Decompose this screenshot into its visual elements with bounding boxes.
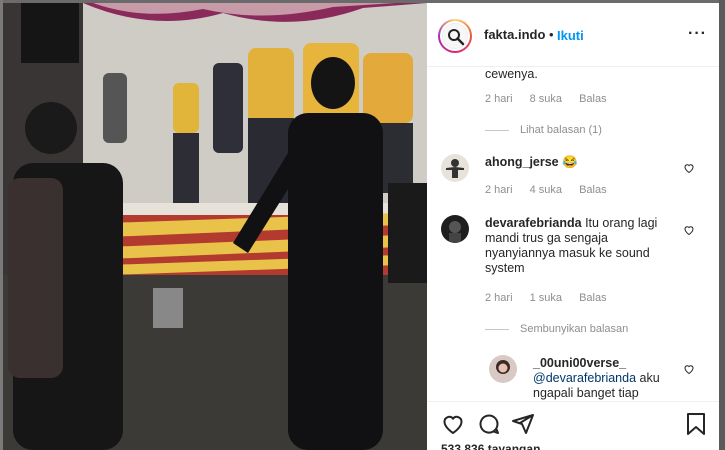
post-header: fakta.indo • Ikuti ··· <box>427 3 719 67</box>
reply-text: aku <box>639 371 660 385</box>
comment-username[interactable]: devarafebrianda <box>485 216 582 230</box>
comment-time: 2 hari <box>485 184 513 196</box>
post-side-panel: fakta.indo • Ikuti ··· cewenya. 2 hari 8… <box>427 3 719 450</box>
comment-text: 😂 <box>562 155 578 169</box>
comment-like-icon[interactable] <box>683 224 695 236</box>
mention-link[interactable]: @devarafebrianda <box>533 371 636 385</box>
comment-like-icon[interactable] <box>683 363 695 375</box>
comment: devarafebrianda Itu orang lagi mandi tru… <box>485 216 707 276</box>
more-options-icon[interactable]: ··· <box>688 25 707 43</box>
commenter-avatar[interactable] <box>441 154 469 182</box>
reply-button[interactable]: Balas <box>579 292 607 304</box>
comment: ahong_jerse 😂 <box>485 155 578 170</box>
reply-comment: _00uni00verse_ @devarafebrianda aku ngap… <box>533 356 703 400</box>
comment-likes[interactable]: 1 suka <box>530 292 562 304</box>
comment-text: system <box>485 261 525 275</box>
comment-time: 2 hari <box>485 292 513 304</box>
reply-avatar[interactable] <box>489 355 517 383</box>
comment-meta: 2 hari 8 suka Balas <box>485 93 621 105</box>
profile-avatar[interactable] <box>438 19 472 53</box>
heart-icon[interactable] <box>441 412 465 436</box>
post-video[interactable] <box>3 3 427 450</box>
share-icon[interactable] <box>511 412 535 436</box>
comments-list[interactable]: cewenya. 2 hari 8 suka Balas Lihat balas… <box>427 67 719 400</box>
comment-meta: 2 hari 1 suka Balas <box>485 292 621 304</box>
separator-dot: • <box>549 27 554 42</box>
view-replies-button[interactable]: Lihat balasan (1) <box>520 124 602 136</box>
comment-time: 2 hari <box>485 93 513 105</box>
thread-line <box>485 130 509 131</box>
comment-like-icon[interactable] <box>683 162 695 174</box>
reply-button[interactable]: Balas <box>579 184 607 196</box>
comment-text: Itu orang lagi <box>585 216 658 230</box>
hide-replies-button[interactable]: Sembunyikan balasan <box>520 323 628 335</box>
bookmark-icon[interactable] <box>685 412 707 436</box>
comment-likes[interactable]: 8 suka <box>530 93 562 105</box>
commenter-avatar[interactable] <box>441 215 469 243</box>
comment-icon[interactable] <box>477 412 501 436</box>
post-username[interactable]: fakta.indo <box>484 27 545 42</box>
reply-button[interactable]: Balas <box>579 93 607 105</box>
reply-text: ngapali banget tiap <box>533 386 639 400</box>
reply-username[interactable]: _00uni00verse_ <box>533 356 626 370</box>
comment-text: mandi trus ga sengaja <box>485 231 608 245</box>
comment-likes[interactable]: 4 suka <box>530 184 562 196</box>
comment-meta: 2 hari 4 suka Balas <box>485 184 621 196</box>
comment-username[interactable]: ahong_jerse <box>485 155 559 169</box>
video-frame <box>3 3 427 450</box>
backdrop-right <box>719 0 725 450</box>
comment-text: cewenya. <box>485 67 538 81</box>
comment-text: nyanyiannya masuk ke sound <box>485 246 650 260</box>
thread-line <box>485 329 509 330</box>
follow-button[interactable]: Ikuti <box>557 28 584 43</box>
magnifier-logo-icon <box>448 29 465 46</box>
view-count: 533.836 tayangan <box>441 442 541 450</box>
